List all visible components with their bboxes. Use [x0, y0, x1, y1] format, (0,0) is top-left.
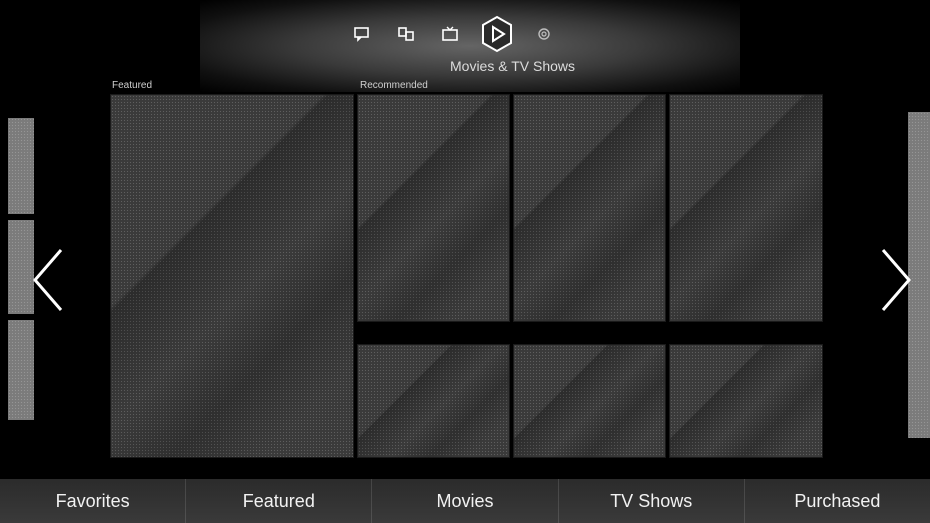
nav-purchased[interactable]: Purchased [745, 479, 930, 523]
tv-icon[interactable] [435, 19, 465, 49]
bottom-category-nav: Favorites Featured Movies TV Shows Purch… [0, 479, 930, 523]
recommended-tile[interactable] [669, 344, 823, 458]
nav-movies[interactable]: Movies [372, 479, 559, 523]
prev-page-panel-top[interactable] [8, 118, 34, 214]
nav-favorites[interactable]: Favorites [0, 479, 187, 523]
top-icon-bar [340, 14, 566, 54]
prev-page-panel-bottom[interactable] [8, 320, 34, 420]
section-title: Movies & TV Shows [450, 58, 576, 74]
recommended-tile[interactable] [513, 344, 666, 458]
recommended-tile[interactable] [357, 344, 510, 458]
chat-icon[interactable] [347, 19, 377, 49]
multiscreen-icon[interactable] [391, 19, 421, 49]
next-arrow-button[interactable] [876, 245, 916, 315]
recommended-label: Recommended [360, 80, 428, 91]
nav-tv-shows[interactable]: TV Shows [559, 479, 745, 523]
recommended-tile[interactable] [513, 94, 666, 322]
recommended-tile[interactable] [357, 94, 510, 322]
camera-icon[interactable] [529, 19, 559, 49]
recommended-tile[interactable] [669, 94, 823, 322]
play-icon[interactable] [480, 15, 514, 53]
previous-arrow-button[interactable] [28, 245, 68, 315]
featured-tile[interactable] [110, 94, 354, 458]
featured-label: Featured [112, 80, 153, 91]
nav-featured[interactable]: Featured [186, 479, 373, 523]
